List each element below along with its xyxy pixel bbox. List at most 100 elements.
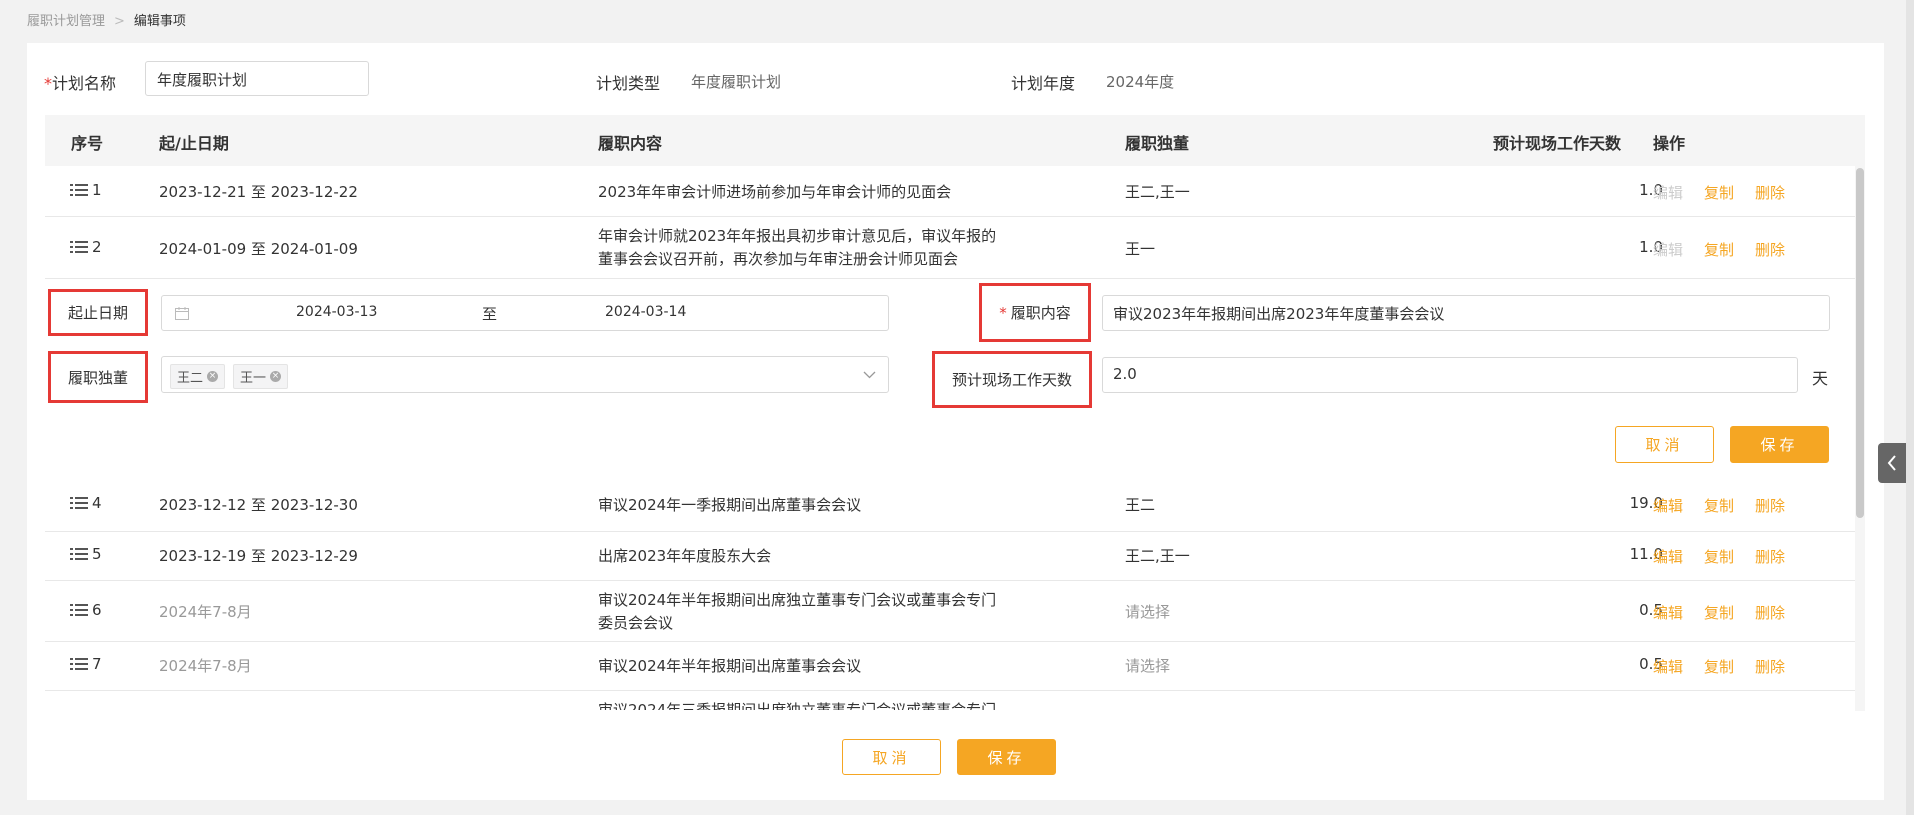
row-content: 审议2024年三季报期间出席独立董事专门会议或董事会专门 bbox=[598, 701, 997, 710]
breadcrumb-parent[interactable]: 履职计划管理 bbox=[27, 14, 105, 29]
header-actions: 操作 bbox=[1653, 134, 1686, 153]
copy-button[interactable]: 复制 bbox=[1704, 546, 1734, 567]
drag-handle-icon bbox=[70, 497, 88, 509]
row-index[interactable]: 6 bbox=[70, 601, 102, 619]
row-content: 审议2024年半年报期间出席董事会会议 bbox=[598, 657, 862, 675]
row-content-line2: 委员会会议 bbox=[598, 614, 674, 632]
copy-button[interactable]: 复制 bbox=[1704, 602, 1734, 623]
row-content-line1: 审议2024年半年报期间出席独立董事专门会议或董事会专门 bbox=[598, 591, 997, 609]
side-panel-toggle[interactable] bbox=[1878, 443, 1906, 483]
director-label: 履职独董 bbox=[48, 351, 148, 403]
edit-button[interactable]: 编辑 bbox=[1653, 495, 1683, 516]
content-input[interactable]: 审议2023年年报期间出席2023年年度董事会会议 bbox=[1102, 295, 1830, 331]
table-row: 7 2024年7-8月 审议2024年半年报期间出席董事会会议 请选择 0.5 … bbox=[45, 642, 1855, 691]
days-label: 预计现场工作天数 bbox=[932, 351, 1092, 408]
row-director: 王二,王一 bbox=[1125, 547, 1190, 565]
row-index[interactable]: 1 bbox=[70, 181, 102, 199]
plan-name-label: *计划名称 bbox=[44, 74, 117, 93]
chevron-down-icon bbox=[863, 371, 876, 379]
table-row: 4 2023-12-12 至 2023-12-30 审议2024年一季报期间出席… bbox=[45, 486, 1855, 532]
copy-button[interactable]: 复制 bbox=[1704, 495, 1734, 516]
edit-button[interactable]: 编辑 bbox=[1653, 546, 1683, 567]
row-index[interactable]: 2 bbox=[70, 238, 102, 256]
delete-button[interactable]: 删除 bbox=[1755, 656, 1785, 677]
breadcrumb-current: 编辑事项 bbox=[133, 14, 186, 29]
form-save-button[interactable]: 保存 bbox=[1730, 426, 1829, 463]
delete-button[interactable]: 删除 bbox=[1755, 602, 1785, 623]
drag-handle-icon bbox=[70, 548, 88, 560]
date-range-picker[interactable]: 2024-03-13 至 2024-03-14 bbox=[161, 295, 889, 331]
edit-button[interactable]: 编辑 bbox=[1653, 602, 1683, 623]
tag-remove-icon[interactable]: × bbox=[207, 371, 219, 382]
row-index[interactable]: 4 bbox=[70, 494, 102, 512]
row-content: 2023年年审会计师进场前参加与年审会计师的见面会 bbox=[598, 183, 952, 201]
start-date-input[interactable]: 2024-03-13 bbox=[296, 304, 377, 320]
end-date-input[interactable]: 2024-03-14 bbox=[605, 304, 686, 320]
delete-button[interactable]: 删除 bbox=[1755, 495, 1785, 516]
row-content: 出席2023年年度股东大会 bbox=[598, 547, 772, 565]
row-dates: 2024年7-8月 bbox=[159, 657, 252, 675]
row-director-placeholder[interactable]: 请选择 bbox=[1125, 601, 1170, 622]
row-content-line2: 董事会会议召开前，再次参加与年审注册会计师见面会 bbox=[598, 250, 959, 268]
plan-type-value: 年度履职计划 bbox=[691, 73, 782, 91]
table-row: 2 2024-01-09 至 2024-01-09 年审会计师就2023年年报出… bbox=[45, 217, 1855, 279]
header-index: 序号 bbox=[71, 134, 104, 153]
edit-button[interactable]: 编辑 bbox=[1653, 182, 1683, 203]
row-index[interactable]: 5 bbox=[70, 545, 102, 563]
edit-button[interactable]: 编辑 bbox=[1653, 239, 1683, 260]
plan-type-label: 计划类型 bbox=[596, 74, 661, 93]
breadcrumb: 履职计划管理 > 编辑事项 bbox=[27, 10, 186, 29]
row-content: 审议2024年一季报期间出席董事会会议 bbox=[598, 496, 862, 514]
page-save-button[interactable]: 保存 bbox=[957, 739, 1056, 775]
row-dates: 2023-12-21 至 2023-12-22 bbox=[159, 183, 358, 201]
drag-handle-icon bbox=[70, 241, 88, 253]
copy-button[interactable]: 复制 bbox=[1704, 182, 1734, 203]
row-director: 王二 bbox=[1125, 496, 1156, 514]
table-scrollbar-thumb[interactable] bbox=[1856, 168, 1864, 518]
chevron-left-icon bbox=[1887, 455, 1896, 471]
delete-button[interactable]: 删除 bbox=[1755, 546, 1785, 567]
row-director-placeholder[interactable]: 请选择 bbox=[1125, 655, 1170, 676]
date-separator: 至 bbox=[482, 305, 498, 323]
header-director: 履职独董 bbox=[1125, 134, 1190, 153]
row-dates: 2023-12-19 至 2023-12-29 bbox=[159, 547, 358, 565]
tag-remove-icon[interactable]: × bbox=[270, 371, 282, 382]
drag-handle-icon bbox=[70, 604, 88, 616]
plan-year-value: 2024年度 bbox=[1106, 73, 1175, 91]
copy-button[interactable]: 复制 bbox=[1704, 239, 1734, 260]
header-days: 预计现场工作天数 bbox=[1493, 134, 1622, 153]
form-cancel-button[interactable]: 取消 bbox=[1615, 426, 1714, 463]
page-cancel-button[interactable]: 取消 bbox=[842, 739, 941, 775]
director-tag: 王一 × bbox=[233, 364, 289, 389]
row-dates: 2024年7-8月 bbox=[159, 603, 252, 621]
table-header: 序号 起/止日期 履职内容 履职独董 预计现场工作天数 操作 bbox=[45, 115, 1865, 166]
header-dates: 起/止日期 bbox=[159, 134, 229, 153]
plan-name-input[interactable]: 年度履职计划 bbox=[145, 61, 369, 96]
date-range-label: 起止日期 bbox=[48, 289, 148, 336]
window-scrollbar[interactable] bbox=[1906, 0, 1914, 815]
delete-button[interactable]: 删除 bbox=[1755, 239, 1785, 260]
row-dates: 2023-12-12 至 2023-12-30 bbox=[159, 496, 358, 514]
drag-handle-icon bbox=[70, 184, 88, 196]
row-director: 王二,王一 bbox=[1125, 183, 1190, 201]
row-content-line1: 年审会计师就2023年年报出具初步审计意见后，审议年报的 bbox=[598, 227, 997, 245]
row-index[interactable]: 7 bbox=[70, 655, 102, 673]
days-unit: 天 bbox=[1812, 369, 1829, 388]
delete-button[interactable]: 删除 bbox=[1755, 182, 1785, 203]
header-content: 履职内容 bbox=[598, 134, 663, 153]
row-dates: 2024-01-09 至 2024-01-09 bbox=[159, 240, 358, 258]
table-row: 6 2024年7-8月 审议2024年半年报期间出席独立董事专门会议或董事会专门… bbox=[45, 581, 1855, 642]
chevron-right-icon: > bbox=[114, 14, 125, 29]
director-tag: 王二 × bbox=[170, 364, 226, 389]
copy-button[interactable]: 复制 bbox=[1704, 656, 1734, 677]
table-row: 5 2023-12-19 至 2023-12-29 出席2023年年度股东大会 … bbox=[45, 532, 1855, 581]
drag-handle-icon bbox=[70, 658, 88, 670]
row-director: 王一 bbox=[1125, 240, 1156, 258]
director-select[interactable]: 王二 × 王一 × bbox=[161, 356, 889, 393]
plan-year-label: 计划年度 bbox=[1011, 74, 1076, 93]
table-row: 审议2024年三季报期间出席独立董事专门会议或董事会专门 bbox=[45, 691, 1855, 710]
table-row: 1 2023-12-21 至 2023-12-22 2023年年审会计师进场前参… bbox=[45, 166, 1855, 217]
content-label: * 履职内容 bbox=[979, 283, 1091, 342]
days-input[interactable]: 2.0 bbox=[1102, 357, 1798, 393]
edit-button[interactable]: 编辑 bbox=[1653, 656, 1683, 677]
